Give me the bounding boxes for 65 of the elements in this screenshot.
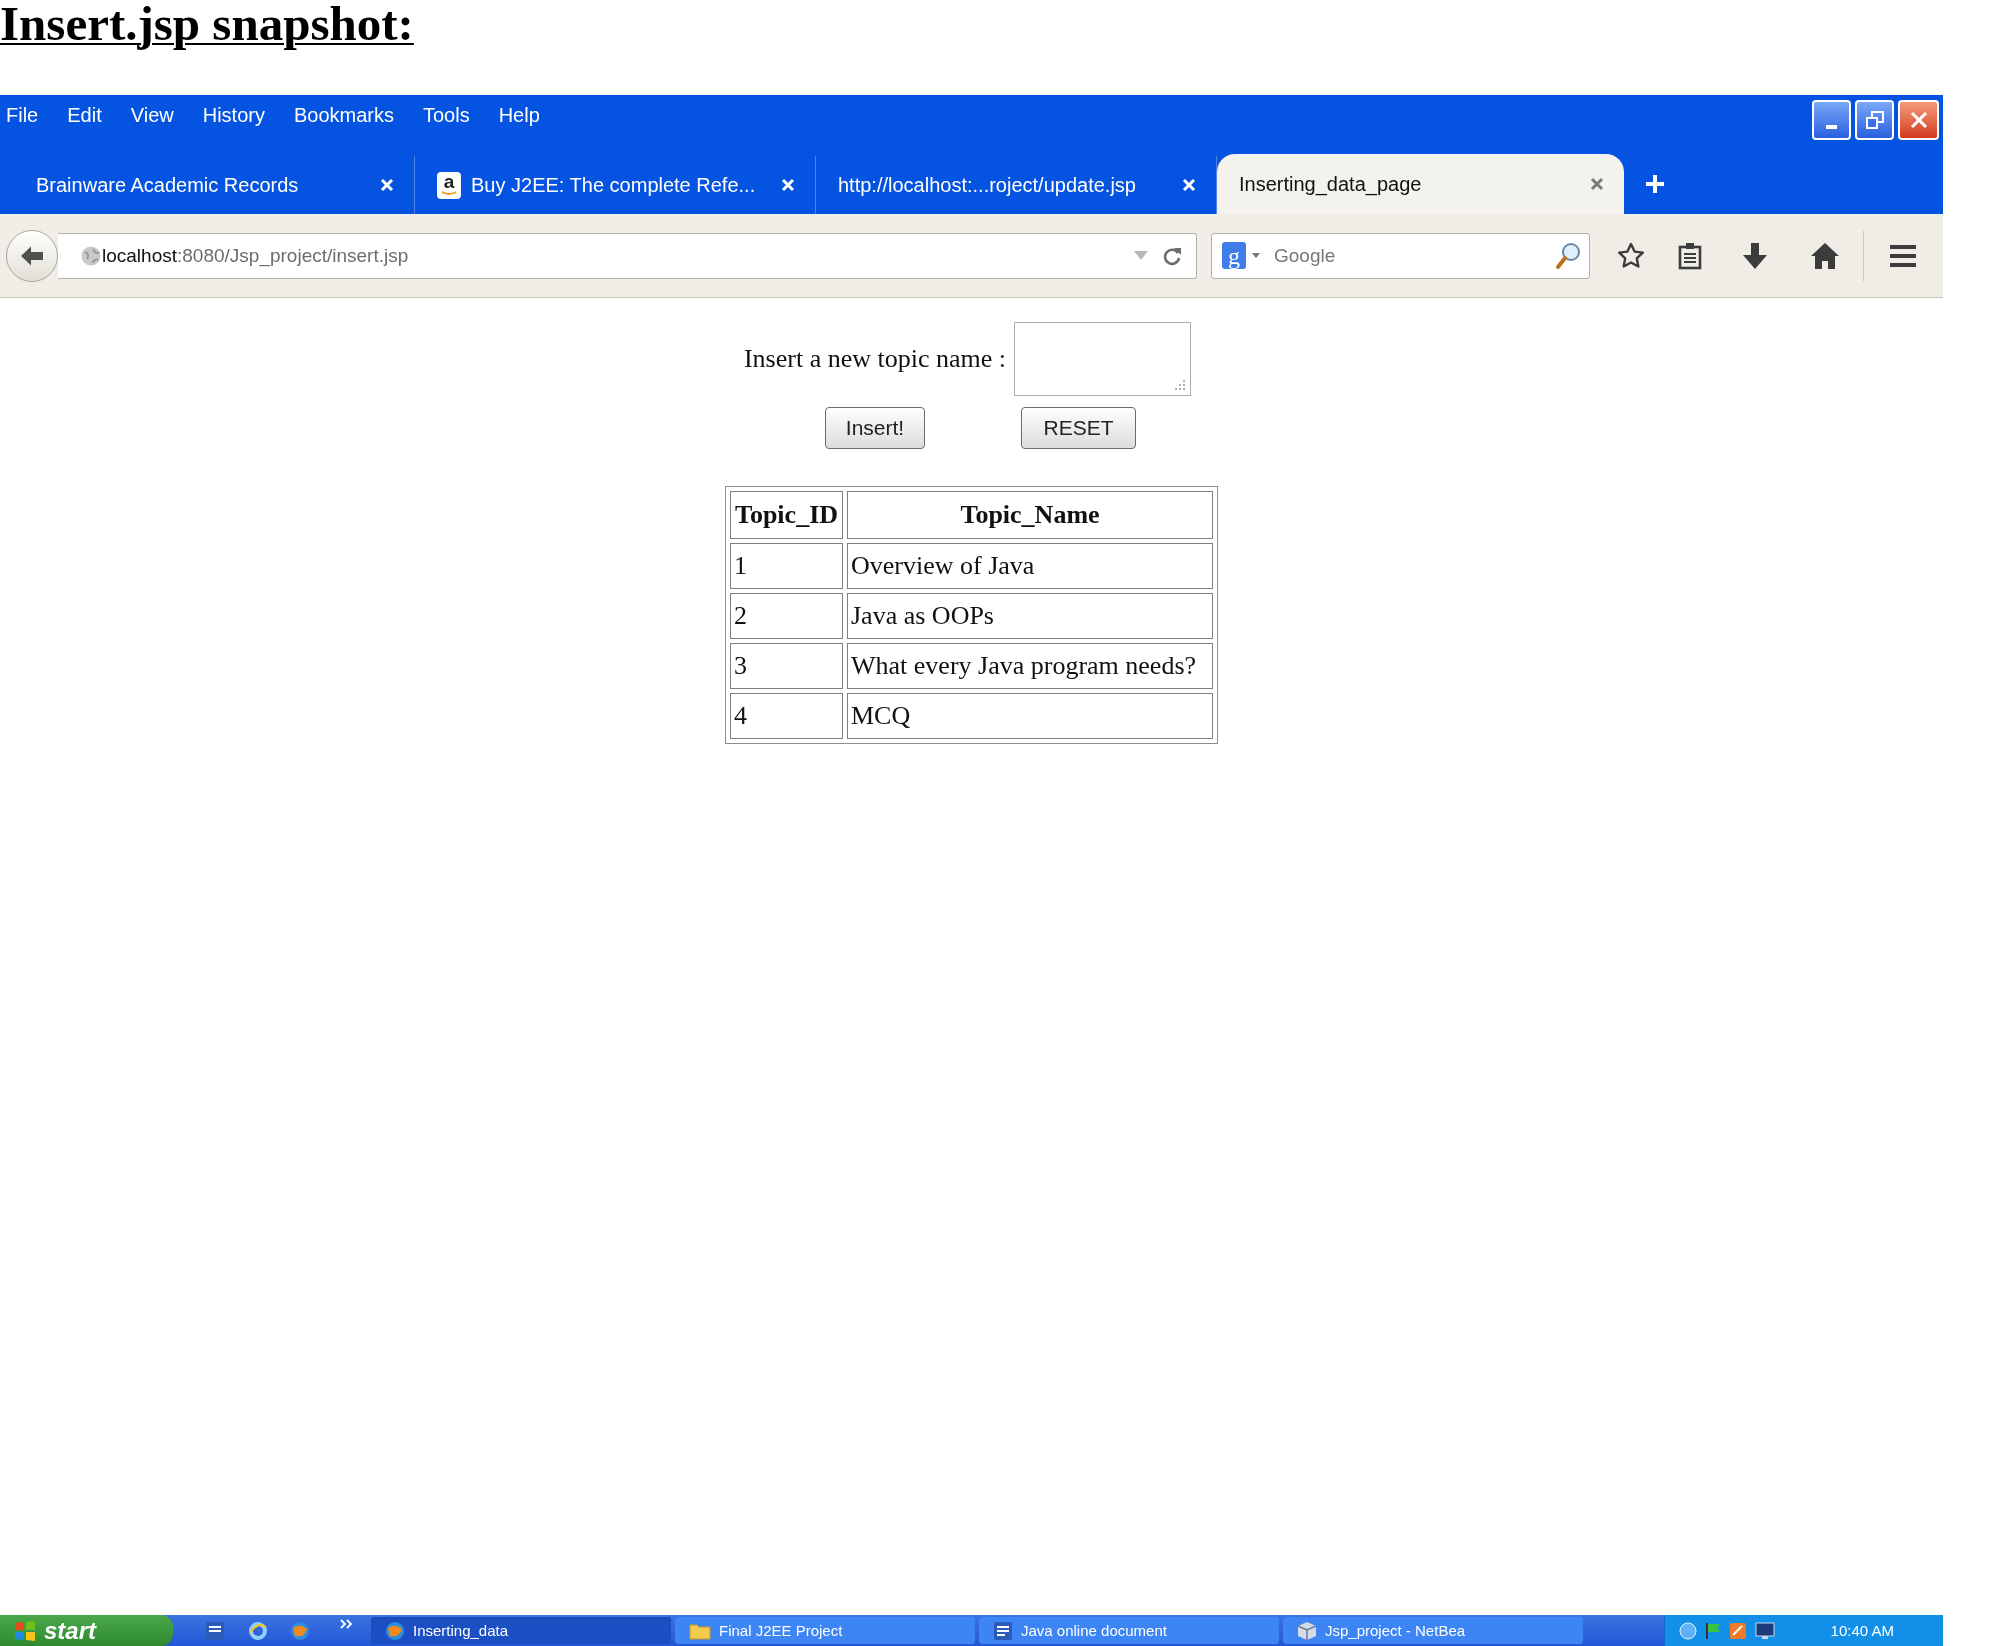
menu-item[interactable]: Bookmarks	[293, 103, 394, 127]
document-icon	[993, 1620, 1013, 1641]
dropdown-triangle-icon[interactable]	[1252, 253, 1260, 258]
search-field[interactable]: g Google	[1211, 232, 1590, 279]
table-cell: What every Java program needs?	[847, 643, 1213, 689]
table-cell: 4	[730, 693, 843, 739]
start-button[interactable]: start	[0, 1615, 173, 1646]
browser-tab[interactable]: Inserting_data_page	[1217, 154, 1624, 214]
circle-icon[interactable]	[1679, 1621, 1697, 1640]
close-icon	[1909, 111, 1928, 129]
clock-text: 10:40 AM	[1830, 1621, 1894, 1640]
star-icon[interactable]	[1617, 241, 1645, 270]
table-cell: 3	[730, 643, 843, 689]
taskbar-button[interactable]: Java online document	[979, 1617, 1279, 1644]
form-button[interactable]: Insert!	[825, 407, 925, 449]
monitor-icon[interactable]	[1755, 1621, 1775, 1640]
windows-logo-icon	[14, 1619, 36, 1642]
taskbar-button[interactable]: Jsp_project - NetBea	[1283, 1617, 1583, 1644]
back-arrow-icon	[20, 244, 44, 267]
chevron-icon[interactable]	[340, 1619, 352, 1629]
close-button[interactable]	[1898, 100, 1939, 140]
globe-icon	[81, 245, 101, 266]
menu-item[interactable]: View	[130, 103, 174, 127]
text-area-field[interactable]	[1014, 322, 1192, 396]
restore-button[interactable]	[1855, 100, 1894, 140]
form-button[interactable]: RESET	[1021, 407, 1136, 449]
minimize-button[interactable]	[1812, 100, 1851, 140]
letter-logo-icon: a	[437, 171, 461, 199]
restore-icon	[1865, 111, 1884, 129]
table-cell: Overview of Java	[847, 543, 1213, 589]
home-icon[interactable]	[1810, 241, 1840, 270]
tile-icon[interactable]	[1729, 1621, 1747, 1640]
document-title: Insert.jsp snapshot:	[0, 0, 414, 48]
ring-icon[interactable]	[248, 1620, 268, 1641]
globe-icon	[385, 1620, 405, 1641]
resize-grip-icon[interactable]	[1174, 379, 1187, 391]
table-cell: 1	[730, 543, 843, 589]
taskbar-button[interactable]: Inserting_data	[371, 1617, 671, 1644]
minimize-icon	[1826, 125, 1837, 129]
table-cell: Java as OOPs	[847, 593, 1213, 639]
taskbar-button[interactable]: Final J2EE Project	[675, 1617, 975, 1644]
search-icon[interactable]	[1555, 241, 1581, 270]
download-icon[interactable]	[1742, 241, 1768, 270]
menu-item[interactable]: Help	[498, 103, 540, 127]
letter-logo-icon: g	[1222, 242, 1246, 269]
menu-item[interactable]: Tools	[422, 103, 470, 127]
close-icon[interactable]	[1590, 177, 1604, 191]
table-cell: 2	[730, 593, 843, 639]
cube-icon	[1297, 1620, 1317, 1641]
flag-icon[interactable]	[1705, 1621, 1721, 1640]
plus-icon[interactable]	[1645, 174, 1665, 194]
menu-icon[interactable]	[1889, 243, 1917, 268]
menu-item[interactable]: File	[6, 103, 39, 127]
table-cell: MCQ	[847, 693, 1213, 739]
address-field[interactable]: localhost:8080/Jsp_project/insert.jsp	[58, 232, 1197, 279]
menu-item[interactable]: History	[202, 103, 265, 127]
menu-item[interactable]: Edit	[67, 103, 102, 127]
clipboard-icon[interactable]	[1678, 241, 1702, 270]
reload-icon[interactable]	[1162, 245, 1182, 266]
folder-icon	[689, 1621, 711, 1640]
column-header: Topic_ID	[730, 491, 843, 539]
back-button[interactable]	[6, 229, 58, 282]
column-header: Topic_Name	[847, 491, 1213, 539]
document-icon[interactable]	[205, 1620, 225, 1641]
form-label: Insert a new topic name :	[743, 344, 1007, 374]
